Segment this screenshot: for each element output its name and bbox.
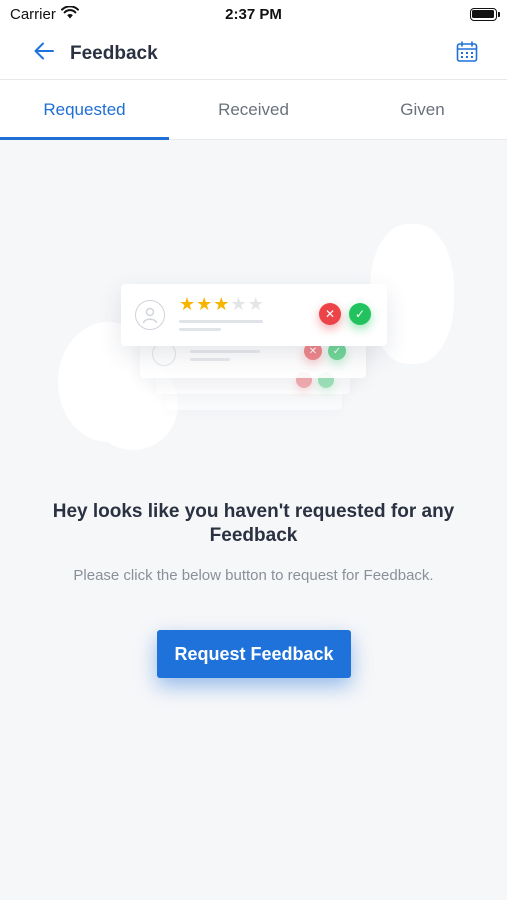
arrow-left-icon	[34, 42, 54, 65]
status-right	[357, 7, 500, 21]
back-button[interactable]	[26, 36, 62, 72]
tab-received[interactable]: Received	[169, 80, 338, 139]
reject-icon: ✕	[319, 303, 341, 325]
feedback-card: ★★★★★ ✕ ✓	[121, 284, 387, 346]
star-icon: ★	[247, 294, 265, 314]
calendar-button[interactable]	[453, 40, 481, 68]
status-time: 2:37 PM	[225, 5, 282, 23]
status-left: Carrier	[10, 4, 150, 23]
app-header: Feedback	[0, 28, 507, 80]
battery-icon	[469, 7, 500, 21]
tab-given[interactable]: Given	[338, 80, 507, 139]
calendar-icon	[456, 40, 478, 68]
carrier-label: Carrier	[10, 5, 56, 23]
star-icon: ★	[179, 294, 197, 314]
accept-icon: ✓	[349, 303, 371, 325]
user-icon	[135, 300, 165, 330]
request-feedback-button[interactable]: Request Feedback	[157, 630, 351, 678]
empty-state-title: Hey looks like you haven't requested for…	[52, 501, 455, 546]
tab-bar: Requested Received Given	[0, 80, 507, 140]
star-icon: ★	[230, 294, 248, 314]
status-bar: Carrier 2:37 PM	[0, 0, 507, 28]
page-title: Feedback	[70, 42, 158, 64]
star-icon: ★	[213, 294, 231, 314]
placeholder-line	[179, 320, 263, 323]
empty-state-illustration: ✕ ✓ ★★★★★ ✕ ✓	[0, 210, 507, 460]
tab-requested[interactable]: Requested	[0, 80, 169, 140]
placeholder-line	[179, 328, 221, 331]
star-rating: ★★★★★	[179, 294, 265, 315]
wifi-icon	[60, 4, 79, 23]
star-icon: ★	[196, 294, 214, 314]
empty-state-subtitle: Please click the below button to request…	[73, 567, 434, 584]
